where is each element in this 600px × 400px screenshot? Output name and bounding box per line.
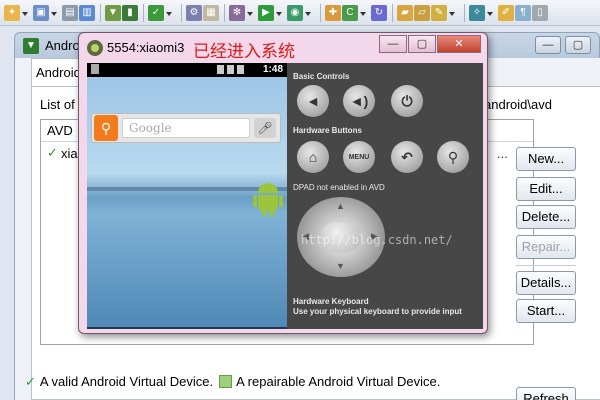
- refresh-icon[interactable]: ↻: [371, 4, 387, 21]
- repairable-icon: [219, 375, 233, 388]
- refresh-button[interactable]: Refresh: [516, 387, 576, 400]
- coverage-dropdown[interactable]: [304, 5, 312, 21]
- edit-button[interactable]: Edit...: [516, 177, 576, 201]
- toolbar-separator: [181, 3, 182, 22]
- save-dropdown[interactable]: [50, 5, 58, 21]
- hardware-keyboard-label: Hardware Keyboard: [293, 297, 369, 306]
- start-button[interactable]: Start...: [516, 299, 576, 323]
- new-class-dropdown[interactable]: [359, 5, 367, 21]
- power-icon[interactable]: ⏻: [391, 85, 423, 117]
- run-icon[interactable]: ▶: [258, 4, 274, 21]
- home-wallpaper[interactable]: ⚲ Google 🎤︎: [87, 77, 287, 329]
- details-button[interactable]: Details...: [516, 271, 576, 295]
- dpad-down-icon: ▼: [336, 261, 345, 271]
- watermark-text: http://blog.csdn.net/: [301, 233, 453, 247]
- google-search-widget[interactable]: ⚲ Google 🎤︎: [91, 113, 281, 143]
- search-icon[interactable]: ✎: [431, 4, 447, 21]
- basic-controls-label: Basic Controls: [293, 72, 350, 81]
- new-button[interactable]: New...: [516, 147, 576, 171]
- android-icon: ▼: [23, 38, 39, 54]
- search-button-icon[interactable]: ⚲: [437, 141, 469, 173]
- task-icon[interactable]: ✓: [148, 4, 164, 21]
- repair-button[interactable]: Repair...: [516, 235, 576, 259]
- delete-button[interactable]: Delete...: [516, 205, 576, 229]
- dpad-up-icon: ▲: [336, 201, 345, 211]
- button-separator: [516, 265, 576, 266]
- navigate-icon[interactable]: ✧: [469, 4, 485, 21]
- search-icon[interactable]: ⚲: [94, 115, 118, 141]
- row-ellipsis: ...: [497, 146, 508, 161]
- maximize-button[interactable]: ▢: [565, 36, 591, 54]
- emulator-close-button[interactable]: ✕: [437, 35, 481, 53]
- perspective-icon[interactable]: ▯: [532, 4, 548, 21]
- emulator-titlebar[interactable]: 5554:xiaomi3 已经进入系统 — ▢ ✕: [79, 33, 487, 63]
- legend-repairable-text: A repairable Android Virtual Device.: [236, 374, 441, 389]
- print-icon[interactable]: ▤: [62, 4, 78, 21]
- annotation-icon[interactable]: ▦: [203, 4, 219, 21]
- volume-down-icon[interactable]: ◄: [297, 85, 329, 117]
- android-robot-icon[interactable]: [253, 183, 283, 217]
- debug-icon[interactable]: ✻: [229, 4, 245, 21]
- new-class-icon[interactable]: ✚: [325, 4, 341, 21]
- hardware-keyboard-hint: Use your physical keyboard to provide in…: [293, 307, 462, 316]
- emulator-title: 5554:xiaomi3: [107, 40, 185, 55]
- open-type-icon[interactable]: ▥: [79, 4, 95, 21]
- open-folder-icon[interactable]: ▰: [397, 4, 413, 21]
- toolbar-separator: [464, 3, 465, 22]
- hardware-buttons-label: Hardware Buttons: [293, 126, 362, 135]
- emulator-minimize-button[interactable]: —: [379, 35, 407, 53]
- dpad-label: DPAD not enabled in AVD: [293, 183, 385, 192]
- home-dock: •• ✆ ⋮⋮ ◉ ••: [87, 327, 287, 329]
- volume-up-icon[interactable]: ◄): [343, 85, 375, 117]
- minimize-button[interactable]: —: [535, 36, 561, 54]
- legend-valid-text: A valid Android Virtual Device.: [39, 374, 214, 389]
- navigate-dropdown[interactable]: [486, 5, 494, 21]
- emulator-window: 5554:xiaomi3 已经进入系统 — ▢ ✕ 1:48 ⚲ Google …: [78, 32, 488, 334]
- new-dropdown[interactable]: [21, 5, 29, 21]
- avd-legend: ✓ A valid Android Virtual Device. A repair…: [25, 374, 440, 390]
- status-icons: [217, 65, 257, 75]
- toolbar-separator: [320, 3, 321, 22]
- search-input[interactable]: Google: [122, 118, 250, 138]
- home-icon[interactable]: ⌂: [297, 141, 329, 173]
- avd-path-label: android\avd: [484, 97, 552, 112]
- main-toolbar: ✦ ▣ ▤ ▥ ▼ ▮ ✓ ⚙ ▦ ✻ ▶ ◉ ✚ C ↻ ▰ ▱ ✎ ✧ ✐ …: [0, 0, 600, 26]
- new-package-icon[interactable]: C: [342, 4, 358, 21]
- toolbar-separator: [224, 3, 225, 22]
- open-folder-alt-icon[interactable]: ▱: [414, 4, 430, 21]
- menu-button[interactable]: MENU: [343, 141, 375, 173]
- mark-occurrences-icon[interactable]: ✐: [498, 4, 514, 21]
- notification-icon: [91, 64, 99, 74]
- run-dropdown[interactable]: [275, 5, 283, 21]
- status-time: 1:48: [262, 64, 283, 75]
- emulator-app-icon: [87, 40, 103, 56]
- show-whitespace-icon[interactable]: ¶: [515, 4, 531, 21]
- avd-name-cell: xia: [61, 146, 78, 161]
- new-icon[interactable]: ✦: [4, 4, 20, 21]
- valid-check-icon: ✓: [25, 374, 36, 389]
- coverage-icon[interactable]: ◉: [287, 4, 303, 21]
- avd-manager-icon[interactable]: ▮: [122, 4, 138, 21]
- toolbar-separator: [143, 3, 144, 22]
- save-icon[interactable]: ▣: [33, 4, 49, 21]
- search-dropdown[interactable]: [448, 5, 456, 21]
- toolbar-separator: [100, 3, 101, 22]
- toolbar-separator: [392, 3, 393, 22]
- external-tools-icon[interactable]: ⚙: [186, 4, 202, 21]
- microphone-icon[interactable]: 🎤︎: [254, 118, 276, 138]
- emulator-controls: Basic Controls ◄ ◄) ⏻ Hardware Buttons ⌂…: [287, 63, 483, 329]
- emulator-maximize-button[interactable]: ▢: [408, 35, 436, 53]
- valid-check-icon: ✓: [47, 145, 58, 160]
- sdk-manager-icon[interactable]: ▼: [105, 4, 121, 21]
- back-icon[interactable]: ↶: [391, 141, 423, 173]
- annotation-text: 已经进入系统: [193, 42, 295, 62]
- debug-dropdown[interactable]: [246, 5, 254, 21]
- phone-status-bar: 1:48: [87, 63, 287, 77]
- phone-screen[interactable]: 1:48 ⚲ Google 🎤︎ •• ✆ ⋮⋮ ◉ ••: [87, 63, 287, 329]
- list-of-label: List of: [40, 97, 75, 112]
- task-dropdown[interactable]: [165, 5, 173, 21]
